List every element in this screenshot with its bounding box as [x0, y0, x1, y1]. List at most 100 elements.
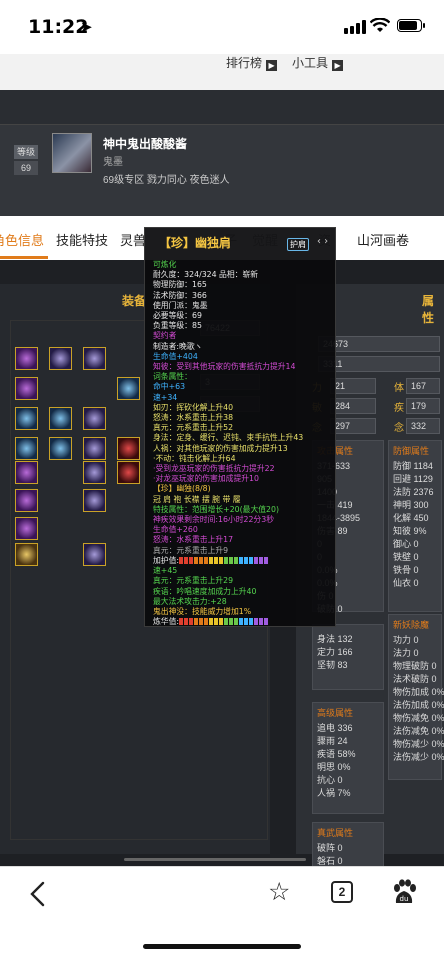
true-martial-box: 真武属性 破阵 0 磐石 0	[312, 822, 384, 866]
gauge-segment	[219, 556, 224, 564]
equip-slot[interactable]	[15, 437, 38, 460]
equip-slot[interactable]	[117, 437, 140, 460]
stat-value: 332	[406, 418, 440, 434]
tooltip-line-text: 特技属性：范围增长+20(最大值20)	[153, 504, 280, 514]
equip-slot[interactable]	[117, 461, 140, 484]
tooltip-line-text: ·受到龙巫玩家的伤害抵抗力提升22	[153, 464, 275, 474]
tooltip-line: 真元：元系重击上升9	[153, 546, 335, 556]
equip-slot[interactable]	[83, 461, 106, 484]
demon-line: 功力 0	[393, 635, 419, 645]
tooltip-line-text: 生命值+404	[153, 351, 198, 361]
tooltip-line: 词条属性：	[153, 372, 335, 382]
status-bar: 11:22 ➤	[0, 0, 444, 54]
character-name: 神中鬼出酸酸酱	[103, 137, 188, 151]
horizontal-scrollbar[interactable]	[124, 858, 306, 861]
tooltip-line: ·对龙巫玩家的伤害加成提升10	[153, 474, 335, 484]
agility-line: 坚韧 83	[317, 660, 348, 670]
tab-pets[interactable]: 灵兽	[120, 230, 146, 249]
battery-icon	[397, 19, 425, 32]
tab-scroll[interactable]: 山河画卷	[357, 230, 409, 249]
defense-line: 法防 2376	[393, 487, 434, 497]
tooltip-line-text: 真元：元系重击上升29	[153, 576, 234, 586]
equip-slot[interactable]	[83, 489, 106, 512]
equip-slot[interactable]	[15, 543, 38, 566]
tooltip-line: 必要等级：69	[153, 311, 335, 321]
tooltip-line-text: 必要等级：69	[153, 311, 202, 321]
defense-line: 神明 300	[393, 500, 429, 510]
tab-count-button[interactable]: 2	[331, 881, 353, 903]
equip-slot[interactable]	[15, 461, 38, 484]
tooltip-line: 炼华值:	[153, 617, 335, 627]
hp-field: 24673	[318, 336, 440, 352]
tooltip-line-text: 耐久度：324/324 品相：崭新	[153, 270, 259, 280]
gauge-segment	[184, 556, 189, 564]
tooltip-line: 冠 肩 袍 长襟 摆 腕 带 履	[153, 495, 335, 505]
avatar	[52, 133, 92, 173]
equip-slot[interactable]	[15, 347, 38, 370]
tooltip-line-text: 生命值+260	[153, 525, 198, 535]
equip-slot[interactable]	[83, 347, 106, 370]
gauge-segment	[229, 556, 234, 564]
tooltip-line-text: 知彼：受到其他玩家的伤害抵抗力提升14	[153, 362, 296, 372]
gauge-segment	[234, 618, 239, 626]
tooltip-line-text: 如刃：挥砍化解上升40	[153, 402, 234, 412]
character-school: 鬼墨	[103, 157, 123, 168]
gauge-segment	[194, 618, 199, 626]
baidu-paw-icon[interactable]: du	[390, 879, 418, 907]
tooltip-line: 生命值+404	[153, 352, 335, 362]
advanced-line: 人祸 7%	[317, 788, 351, 798]
tooltip-line: 使用门派：鬼墨	[153, 301, 335, 311]
tooltip-line: 神疾效果剩余时间:16小时22分3秒	[153, 515, 335, 525]
bookmark-star-icon[interactable]: ☆	[268, 877, 290, 907]
tooltip-line: 生命值+260	[153, 525, 335, 535]
equip-slot[interactable]	[15, 517, 38, 540]
equip-slot[interactable]	[49, 407, 72, 430]
equip-slot[interactable]	[49, 347, 72, 370]
tooltip-line: 契约者	[153, 331, 335, 341]
equip-slot[interactable]	[83, 407, 106, 430]
stat-label: 念	[394, 423, 404, 434]
tooltip-line-text: 负重等级：85	[153, 321, 202, 331]
demon-line: 物理破防 0	[393, 661, 437, 671]
gauge-segment	[244, 556, 249, 564]
equip-slot[interactable]	[83, 543, 106, 566]
equip-slot[interactable]	[15, 407, 38, 430]
gauge-segment	[229, 618, 234, 626]
demon-box: 新妖除魔 功力 0 法力 0 物理破防 0 法术破防 0 物伤加成 0% 法伤加…	[388, 614, 444, 780]
item-slot-badge: 护肩	[287, 238, 309, 251]
level-label: 等级	[14, 145, 38, 159]
tooltip-line-text: 命中+63	[153, 382, 186, 392]
tooltip-line: 可炼化	[153, 260, 335, 270]
defense-box: 防御属性 防御 1184 回避 1129 法防 2376 神明 300 化解 4…	[388, 440, 442, 612]
nav-arrows-icon[interactable]: ‹ ›	[317, 236, 328, 247]
advanced-line: 追电 336	[317, 723, 353, 733]
back-arrow-icon[interactable]	[26, 881, 52, 907]
gauge-segment	[179, 618, 184, 626]
equip-slot[interactable]	[15, 377, 38, 400]
demon-line: 法伤减少 0%	[393, 752, 444, 762]
equip-slot[interactable]	[15, 489, 38, 512]
play-icon: ▶	[266, 60, 278, 71]
agility-line: 身法 132	[317, 634, 353, 644]
equip-slot[interactable]	[49, 437, 72, 460]
tooltip-line: 真元：元系重击上升29	[153, 576, 335, 586]
tooltip-line: 耐久度：324/324 品相：崭新	[153, 270, 335, 280]
tab-character-info[interactable]: 角色信息	[0, 230, 44, 249]
equip-slot[interactable]	[83, 437, 106, 460]
tools-link[interactable]: 小工具 ▶	[292, 54, 344, 71]
advanced-line: 骤雨 24	[317, 736, 348, 746]
tab-skills[interactable]: 技能特技	[56, 230, 108, 249]
rank-link[interactable]: 排行榜 ▶	[226, 54, 278, 71]
agility-box: 身法 132 定力 166 坚韧 83	[312, 624, 384, 690]
demon-line: 法力 0	[393, 648, 419, 658]
gauge-segment	[234, 556, 239, 564]
tooltip-line: 速+45	[153, 566, 335, 576]
gauge-segment	[224, 618, 229, 626]
gauge-segment	[214, 618, 219, 626]
defense-line: 铁壁 0	[393, 552, 419, 562]
gauge-segment	[259, 556, 264, 564]
tooltip-line: 人祸：对其他玩家的伤害加成力提升13	[153, 444, 335, 454]
gauge-segment	[244, 618, 249, 626]
active-tab-underline	[0, 256, 48, 259]
equip-slot[interactable]	[117, 377, 140, 400]
